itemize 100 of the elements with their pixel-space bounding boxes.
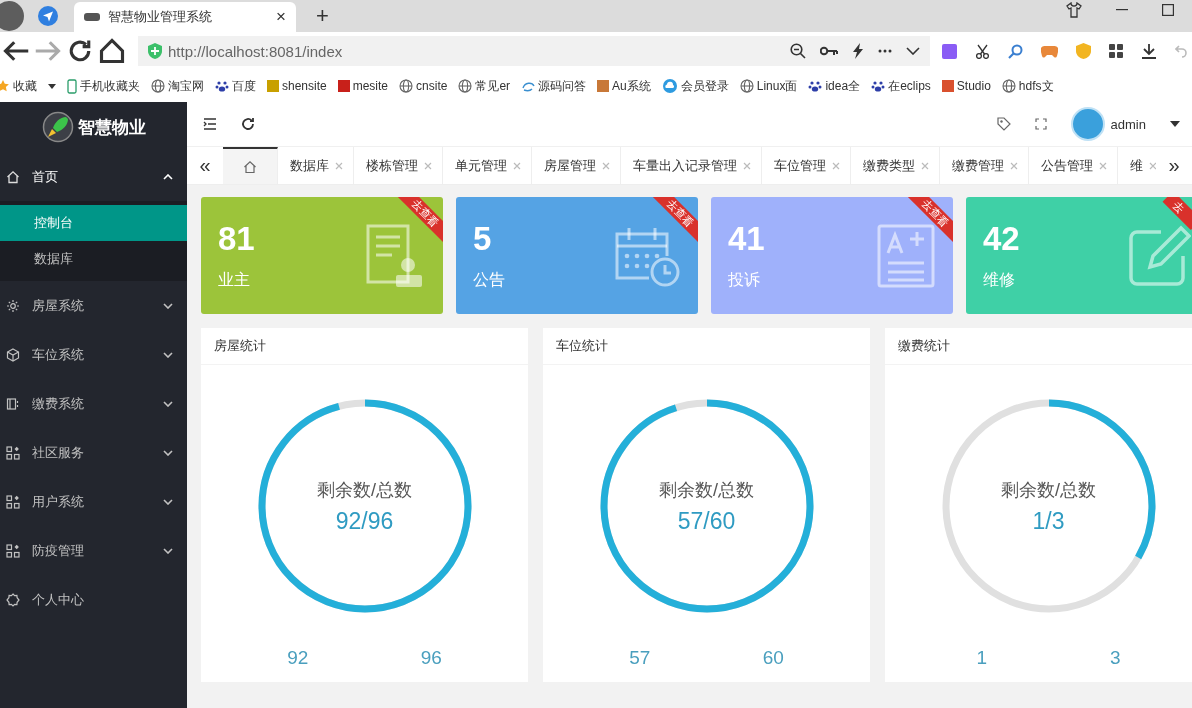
home-icon bbox=[243, 159, 257, 174]
gauge-reading: 92/96 bbox=[335, 507, 394, 535]
bookmark-link[interactable]: 淘宝网 bbox=[151, 77, 204, 95]
chevron-up-icon bbox=[163, 173, 173, 180]
stat-value: 41 bbox=[728, 220, 765, 258]
globe-icon bbox=[458, 79, 473, 93]
cube-icon bbox=[6, 347, 20, 362]
home-icon bbox=[6, 169, 20, 184]
bookmark-link[interactable]: hdfs文 bbox=[1001, 77, 1054, 95]
more-icon bbox=[878, 49, 892, 53]
stat-card[interactable]: 42 维修 去 bbox=[966, 197, 1192, 314]
close-icon bbox=[602, 161, 610, 170]
send-icon bbox=[38, 6, 58, 26]
stat-label: 业主 bbox=[218, 270, 251, 290]
caret-icon bbox=[1170, 121, 1180, 127]
sidebar-item[interactable]: 缴费系统 bbox=[0, 379, 187, 428]
sidebar-item[interactable]: 个人中心 bbox=[0, 575, 187, 624]
total-count: 3 bbox=[1109, 647, 1121, 669]
bookmark-link[interactable]: 会员登录 bbox=[661, 77, 729, 95]
bookmark-link[interactable]: 常见er bbox=[458, 77, 511, 95]
close-icon bbox=[1099, 161, 1107, 170]
logo-text: 智慧物业 bbox=[77, 116, 146, 139]
stat-label: 公告 bbox=[473, 270, 505, 290]
paw-icon bbox=[808, 79, 823, 93]
bookmark-link[interactable]: mesite bbox=[337, 79, 389, 93]
sidebar-item[interactable]: 社区服务 bbox=[0, 428, 187, 477]
gauge-caption: 剩余数/总数 bbox=[659, 478, 754, 502]
apps-icon bbox=[6, 543, 20, 558]
sidebar-subitem[interactable]: 控制台 bbox=[0, 205, 187, 241]
total-count: 60 bbox=[762, 647, 784, 669]
browser-tab[interactable]: 智慧物业管理系统 × bbox=[74, 2, 296, 32]
apps-icon bbox=[6, 494, 20, 509]
close-icon bbox=[513, 161, 521, 170]
remaining-count: 1 bbox=[976, 647, 988, 669]
user-name[interactable]: admin bbox=[1110, 116, 1146, 132]
grade-document-icon bbox=[876, 222, 936, 289]
avatar[interactable] bbox=[1070, 107, 1105, 141]
lightning-icon bbox=[852, 43, 864, 59]
bookmark-link[interactable]: 收藏 bbox=[0, 77, 37, 95]
remaining-count: 57 bbox=[629, 647, 651, 669]
address-bar[interactable]: http://localhost:8081/index bbox=[138, 36, 930, 66]
sidebar-item[interactable]: 首页 bbox=[0, 152, 187, 201]
bookmark-link[interactable]: 源码问答 bbox=[521, 77, 587, 95]
view-ribbon[interactable]: 去 bbox=[1162, 197, 1192, 230]
sidebar-item[interactable]: 用户系统 bbox=[0, 477, 187, 526]
refresh-icon bbox=[241, 117, 255, 131]
download-icon bbox=[1141, 43, 1157, 59]
edit-icon bbox=[1127, 223, 1191, 288]
close-icon bbox=[921, 161, 929, 170]
cloud-icon bbox=[661, 79, 678, 93]
grid-icon bbox=[1109, 44, 1123, 58]
bookmark-link[interactable]: idea全 bbox=[808, 77, 861, 95]
bookmark-link[interactable]: 百度 bbox=[215, 77, 256, 95]
paw-icon bbox=[871, 79, 886, 93]
minimize-icon bbox=[1116, 9, 1128, 11]
gear-icon bbox=[6, 298, 20, 313]
paw-icon bbox=[215, 79, 229, 93]
close-icon bbox=[424, 161, 432, 170]
bookmark-link[interactable]: shensite bbox=[267, 79, 327, 93]
close-tab-button[interactable]: × bbox=[276, 7, 286, 27]
chevron-down-icon bbox=[163, 400, 173, 407]
bookmark-link[interactable]: Linux面 bbox=[739, 77, 798, 95]
panel-title: 车位统计 bbox=[543, 328, 870, 365]
chevron-down-icon bbox=[163, 302, 173, 309]
sidebar-item[interactable]: 防疫管理 bbox=[0, 526, 187, 575]
stat-card[interactable]: 41 投诉 去查看 bbox=[711, 197, 953, 314]
stat-label: 维修 bbox=[983, 270, 1016, 290]
fullscreen-icon bbox=[1034, 118, 1047, 130]
undo-icon bbox=[1175, 44, 1187, 58]
stat-label: 投诉 bbox=[728, 270, 761, 290]
new-tab-button[interactable]: + bbox=[310, 2, 335, 30]
total-count: 96 bbox=[420, 647, 442, 669]
url-text: http://localhost:8081/index bbox=[168, 42, 344, 60]
sidebar-item[interactable]: 房屋系统 bbox=[0, 281, 187, 330]
stat-value: 42 bbox=[983, 220, 1020, 258]
bookmark-link[interactable]: Au系统 bbox=[597, 77, 651, 95]
bookmark-link[interactable]: 手机收藏夹 bbox=[67, 77, 140, 95]
sidebar-item[interactable]: 车位系统 bbox=[0, 330, 187, 379]
bookmark-link[interactable]: 在eclips bbox=[871, 77, 931, 95]
stat-card[interactable]: 81 业主 去查看 bbox=[201, 197, 443, 314]
close-icon bbox=[1010, 161, 1018, 170]
zoom-out-icon bbox=[790, 43, 806, 59]
gauge-reading: 57/60 bbox=[677, 507, 736, 535]
bookmark-link[interactable]: cnsite bbox=[399, 79, 448, 93]
stat-value: 5 bbox=[473, 220, 493, 258]
star-icon bbox=[0, 79, 10, 93]
scissors-icon bbox=[975, 43, 990, 59]
gauge-reading: 1/3 bbox=[1032, 507, 1065, 535]
swirl-icon bbox=[521, 79, 536, 93]
close-icon bbox=[832, 161, 840, 170]
key-icon bbox=[820, 46, 838, 56]
chevron-down-icon bbox=[163, 351, 173, 358]
stat-card[interactable]: 5 公告 去查看 bbox=[456, 197, 698, 314]
globe-icon bbox=[399, 79, 414, 93]
home-tab[interactable] bbox=[223, 147, 278, 184]
close-icon bbox=[335, 161, 343, 170]
bookmark-link[interactable]: Studio bbox=[941, 79, 991, 93]
menu-fold-icon bbox=[203, 118, 217, 130]
sidebar-subitem[interactable]: 数据库 bbox=[0, 241, 187, 277]
globe-icon bbox=[1001, 79, 1016, 93]
